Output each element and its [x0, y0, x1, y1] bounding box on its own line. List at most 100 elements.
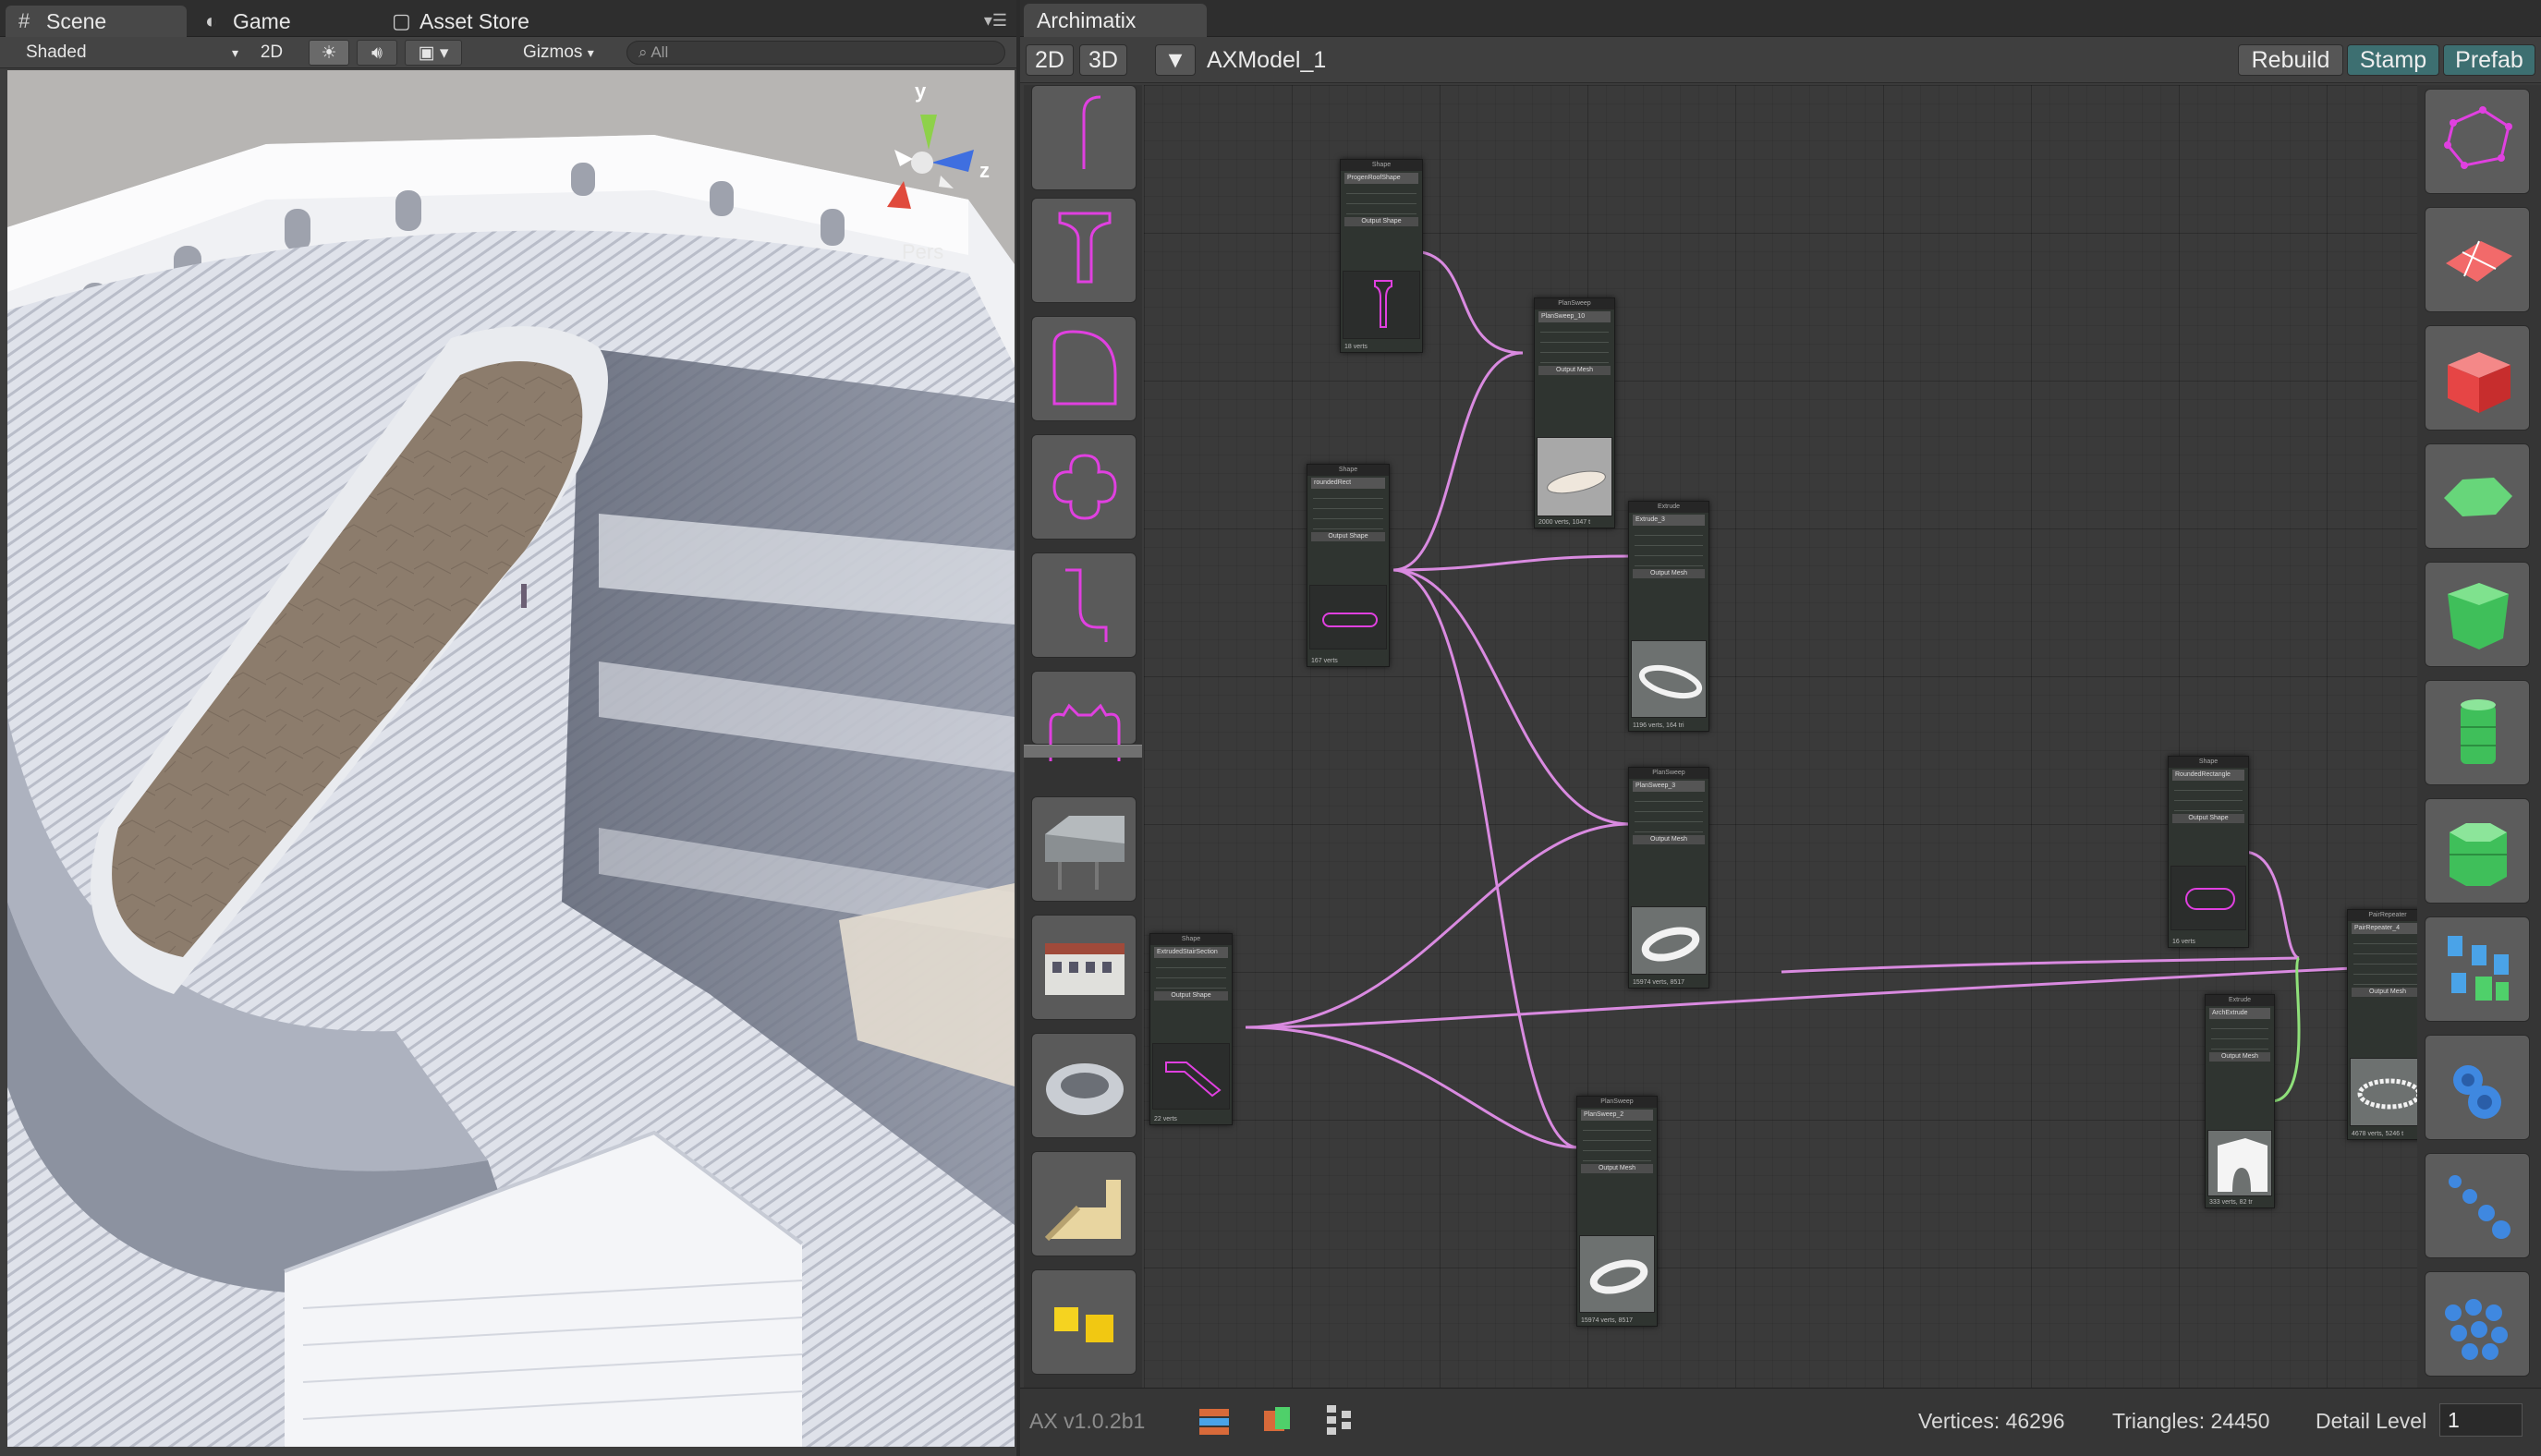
node-output-port[interactable]: Output Shape	[1344, 217, 1418, 226]
node-thumbnail	[1631, 640, 1707, 718]
node-thumbnail	[1579, 1235, 1655, 1313]
arch-shape-icon[interactable]	[1031, 316, 1137, 421]
node-footer: 167 verts	[1311, 658, 1338, 664]
2d-toggle-button[interactable]: 2D	[251, 40, 292, 66]
lighting-toggle-icon[interactable]: ☀	[309, 40, 349, 66]
model-menu-icon[interactable]: ▼	[1155, 44, 1196, 76]
node-extruded-stair-section[interactable]: Shape ExtrudedStairSection Output Shape …	[1149, 933, 1233, 1125]
panel-menu-icon[interactable]: ▾☰	[984, 11, 1007, 30]
prefab-button[interactable]: Prefab	[2443, 44, 2535, 76]
temple-stairs-model-icon[interactable]	[1031, 1151, 1137, 1256]
node-graph-canvas[interactable]: Shape ProgenRoofShape Output Shape 18 ve…	[1144, 85, 2417, 1388]
node-output-port[interactable]: Output Mesh	[1581, 1164, 1653, 1173]
hierarchy-icon[interactable]	[1321, 1401, 1358, 1438]
tab-archimatix[interactable]: Archimatix	[1024, 4, 1207, 37]
node-plansweep-10[interactable]: PlanSweep PlanSweep_10 Output Mesh 2000 …	[1534, 297, 1615, 528]
coliseum-ring-model-icon[interactable]	[1031, 1033, 1137, 1138]
right-palette	[2417, 85, 2541, 1388]
palette-splitter[interactable]	[1024, 745, 1142, 758]
s-curve-shape-icon[interactable]	[1031, 552, 1137, 658]
crenellation-shape-icon[interactable]	[1031, 671, 1137, 761]
node-plansweep-2[interactable]: PlanSweep PlanSweep_2 Output Mesh 15974 …	[1576, 1096, 1658, 1327]
node-rounded-rectangle[interactable]: Shape RoundedRectangle Output Shape 16 v…	[2168, 756, 2249, 948]
node-footer: 18 verts	[1344, 344, 1368, 350]
gizmo-z-label: z	[979, 159, 990, 182]
node-footer: 22 verts	[1154, 1116, 1177, 1122]
node-name-field[interactable]: PlanSweep_3	[1633, 781, 1705, 792]
node-name-field[interactable]: roundedRect	[1311, 478, 1385, 489]
node-header: PlanSweep	[1577, 1097, 1657, 1108]
grid-repeater-icon[interactable]	[2425, 916, 2530, 1022]
export-icon[interactable]	[1258, 1401, 1295, 1438]
node-footer: 15974 verts, 8517	[1581, 1317, 1634, 1324]
polygon-node-icon[interactable]	[2425, 89, 2530, 194]
grid-icon: #	[18, 9, 30, 32]
node-output-port[interactable]: Output Shape	[2172, 814, 2244, 823]
node-name-field[interactable]: ProgenRoofShape	[1344, 173, 1418, 184]
view-3d-button[interactable]: 3D	[1079, 44, 1127, 76]
rebuild-button[interactable]: Rebuild	[2238, 44, 2343, 76]
polygon-prism-icon[interactable]	[2425, 562, 2530, 667]
quatrefoil-shape-icon[interactable]	[1031, 434, 1137, 540]
detail-level-input[interactable]: 1	[2439, 1403, 2523, 1437]
scene-search-input[interactable]: ⌕ All	[626, 41, 1005, 65]
triangle-count: Triangles: 24450	[2112, 1409, 2270, 1433]
node-footer: 1196 verts, 164 tri	[1633, 722, 1684, 729]
shading-mode-dropdown[interactable]: Shaded ▾	[26, 40, 238, 66]
node-output-port[interactable]: Output Shape	[1154, 991, 1228, 1001]
pair-repeater-icon[interactable]	[2425, 1035, 2530, 1140]
node-name-field[interactable]: Extrude_3	[1633, 515, 1705, 526]
node-name-field[interactable]: RoundedRectangle	[2172, 770, 2244, 781]
node-header: Extrude	[2206, 995, 2274, 1006]
node-output-port[interactable]: Output Mesh	[1538, 366, 1611, 375]
view-2d-button[interactable]: 2D	[1026, 44, 1074, 76]
node-rounded-rect[interactable]: Shape roundedRect Output Shape 167 verts	[1307, 464, 1390, 667]
lathe-cylinder-icon[interactable]	[2425, 680, 2530, 785]
audio-toggle-icon[interactable]: 🔊︎	[357, 40, 397, 66]
node-name-field[interactable]: PairRepeater_4	[2352, 923, 2417, 934]
extrude-shape-node-icon[interactable]	[2425, 443, 2530, 549]
linear-repeater-icon[interactable]	[2425, 1153, 2530, 1258]
search-placeholder: All	[650, 43, 669, 61]
archimatix-panel: Archimatix 2D 3D ▼ AXModel_1 Rebuild Sta…	[1020, 0, 2541, 1456]
node-pair-repeater-4[interactable]: PairRepeater PairRepeater_4 Output Mesh …	[2347, 909, 2417, 1140]
tab-game[interactable]: ◐ Game	[192, 6, 349, 37]
node-output-port[interactable]: Output Mesh	[1633, 835, 1705, 844]
node-thumbnail	[1343, 271, 1420, 339]
node-name-field[interactable]: PlanSweep_2	[1581, 1110, 1653, 1121]
truss-model-icon[interactable]	[1031, 796, 1137, 902]
node-output-port[interactable]: Output Mesh	[1633, 569, 1705, 578]
plane-node-icon[interactable]	[2425, 207, 2530, 312]
node-plansweep-3[interactable]: PlanSweep PlanSweep_3 Output Mesh 15974 …	[1628, 767, 1709, 989]
tab-game-label: Game	[233, 9, 291, 33]
node-header: Shape	[1150, 934, 1232, 945]
node-output-port[interactable]: Output Shape	[1311, 532, 1385, 541]
lathe-octagon-icon[interactable]	[2425, 798, 2530, 904]
boxes-model-icon[interactable]	[1031, 1269, 1137, 1375]
scene-viewport[interactable]: y z Pers	[7, 70, 1015, 1447]
tab-asset-store[interactable]: ▢ Asset Store	[379, 6, 601, 37]
node-progen-roof-shape[interactable]: Shape ProgenRoofShape Output Shape 18 ve…	[1340, 159, 1423, 353]
node-name-field[interactable]: PlanSweep_10	[1538, 311, 1611, 322]
node-output-port[interactable]: Output Mesh	[2209, 1052, 2270, 1062]
projection-label[interactable]: Pers	[902, 240, 943, 264]
node-name-field[interactable]: ExtrudedStairSection	[1154, 947, 1228, 958]
cube-node-icon[interactable]	[2425, 325, 2530, 431]
tab-scene-label: Scene	[46, 9, 107, 33]
effects-toggle-icon[interactable]: ▣ ▾	[405, 40, 462, 66]
stack-layers-icon[interactable]	[1196, 1401, 1233, 1438]
radial-repeater-icon[interactable]	[2425, 1271, 2530, 1377]
node-extrude-3[interactable]: Extrude Extrude_3 Output Mesh 1196 verts…	[1628, 501, 1709, 732]
node-thumbnail	[1309, 585, 1387, 649]
node-output-port[interactable]: Output Mesh	[2352, 988, 2417, 997]
node-name-field[interactable]: ArchExtrude	[2209, 1008, 2270, 1019]
gizmos-dropdown[interactable]: Gizmos ▾	[523, 40, 615, 66]
i-beam-shape-icon[interactable]	[1031, 198, 1137, 303]
stamp-button[interactable]: Stamp	[2347, 44, 2439, 76]
tab-scene[interactable]: # Scene	[6, 6, 187, 37]
line-shape-icon[interactable]	[1031, 85, 1137, 190]
node-footer: 2000 verts, 1047 t	[1538, 519, 1591, 526]
building-model-icon[interactable]	[1031, 915, 1137, 1020]
node-arch-extrude[interactable]: Extrude ArchExtrude Output Mesh 333 vert…	[2205, 994, 2275, 1208]
gizmo-y-label: y	[915, 79, 927, 103]
